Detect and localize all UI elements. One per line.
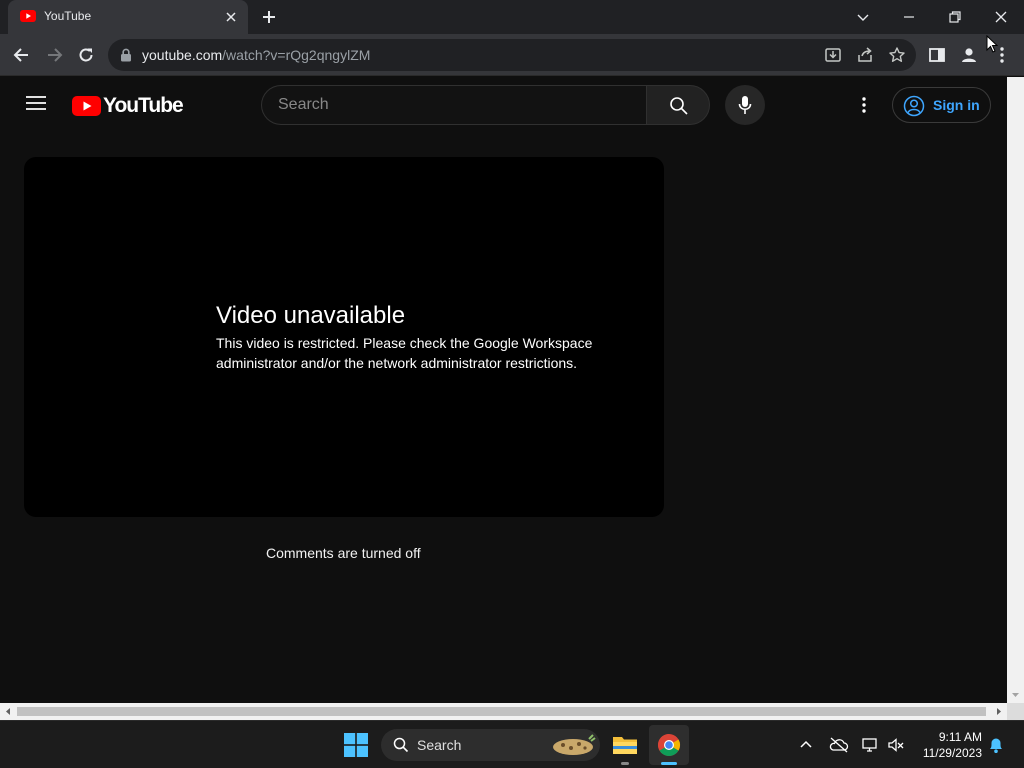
taskbar-search-label: Search (417, 737, 462, 753)
bookmark-star-icon[interactable] (888, 46, 906, 64)
scrollbar-corner (1007, 703, 1024, 720)
file-explorer-taskbar-app[interactable] (605, 725, 645, 765)
error-message: This video is restricted. Please check t… (216, 335, 593, 371)
browser-tab-youtube[interactable]: YouTube (8, 0, 248, 34)
chrome-active-indicator (661, 762, 677, 765)
sign-in-button[interactable]: Sign in (892, 87, 991, 123)
account-circle-icon (903, 95, 925, 117)
system-clock[interactable]: 9:11 AM 11/29/2023 (914, 729, 982, 761)
horizontal-scroll-thumb[interactable] (17, 707, 986, 716)
browser-tab-strip: YouTube (0, 0, 1024, 34)
chrome-logo-icon (658, 734, 680, 756)
youtube-logo[interactable]: YouTube (72, 94, 184, 118)
windows-taskbar: Search 9:11 AM 11/29/2023 (0, 720, 1024, 768)
clock-time: 9:11 AM (938, 730, 982, 744)
comments-status: Comments are turned off (266, 545, 421, 561)
new-tab-plus-icon[interactable] (260, 8, 278, 26)
volume-muted-icon[interactable] (887, 736, 905, 754)
microphone-icon (738, 96, 752, 114)
lock-icon[interactable] (120, 48, 132, 62)
voice-search-button[interactable] (725, 85, 765, 125)
side-panel-icon[interactable] (927, 45, 947, 65)
youtube-play-logo-icon (72, 96, 101, 116)
mouse-cursor-icon (986, 35, 998, 53)
forward-arrow-icon[interactable] (44, 45, 64, 65)
scroll-left-arrow-icon[interactable] (0, 703, 17, 720)
taskbar-search[interactable]: Search (381, 729, 600, 761)
windows-start-icon[interactable] (344, 733, 368, 757)
tab-close-icon[interactable] (224, 10, 238, 24)
onedrive-offline-icon[interactable] (829, 736, 849, 754)
clock-date: 11/29/2023 (922, 746, 982, 760)
show-hidden-icons-chevron-icon[interactable] (797, 736, 815, 754)
url-path: /watch?v=rQg2qngylZM (222, 47, 371, 63)
vertical-scrollbar[interactable] (1007, 77, 1024, 703)
install-app-icon[interactable] (824, 46, 842, 64)
tab-search-chevron-icon[interactable] (853, 7, 873, 27)
profile-avatar-icon[interactable] (959, 45, 979, 65)
share-icon[interactable] (856, 46, 874, 64)
video-player[interactable]: Video unavailable This video is restrict… (24, 157, 664, 517)
folder-icon (613, 737, 637, 754)
settings-more-icon[interactable] (854, 95, 874, 115)
chrome-taskbar-app[interactable] (649, 725, 689, 765)
scroll-down-arrow-icon[interactable] (1007, 686, 1024, 703)
network-display-icon[interactable] (861, 736, 879, 754)
error-title: Video unavailable (216, 302, 406, 329)
search-button[interactable] (646, 85, 710, 125)
sign-in-label: Sign in (933, 97, 980, 113)
tab-title: YouTube (44, 9, 92, 23)
restore-icon[interactable] (945, 7, 965, 27)
scroll-right-arrow-icon[interactable] (990, 703, 1007, 720)
back-arrow-icon[interactable] (12, 45, 32, 65)
url-domain: youtube.com (142, 47, 223, 63)
reload-icon[interactable] (76, 45, 96, 65)
horizontal-scrollbar[interactable] (0, 703, 1007, 720)
logo-wordmark: YouTube (103, 94, 184, 117)
taskbar-search-icon (393, 737, 409, 753)
youtube-favicon-icon (20, 10, 36, 22)
explorer-running-indicator (621, 762, 629, 765)
search-icon (670, 97, 688, 115)
youtube-masthead: YouTube Sign in (0, 77, 1007, 133)
address-bar[interactable]: youtube.com/watch?v=rQg2qngylZM (108, 39, 916, 71)
minimize-icon[interactable] (899, 7, 919, 27)
close-window-icon[interactable] (991, 7, 1011, 27)
menu-hamburger-icon[interactable] (26, 95, 46, 111)
search-highlight-art-icon (553, 734, 596, 755)
url-text[interactable]: youtube.com/watch?v=rQg2qngylZM (142, 47, 370, 63)
search-input[interactable] (261, 85, 647, 125)
notification-bell-icon[interactable] (988, 736, 1004, 754)
browser-toolbar: youtube.com/watch?v=rQg2qngylZM (0, 34, 1024, 76)
